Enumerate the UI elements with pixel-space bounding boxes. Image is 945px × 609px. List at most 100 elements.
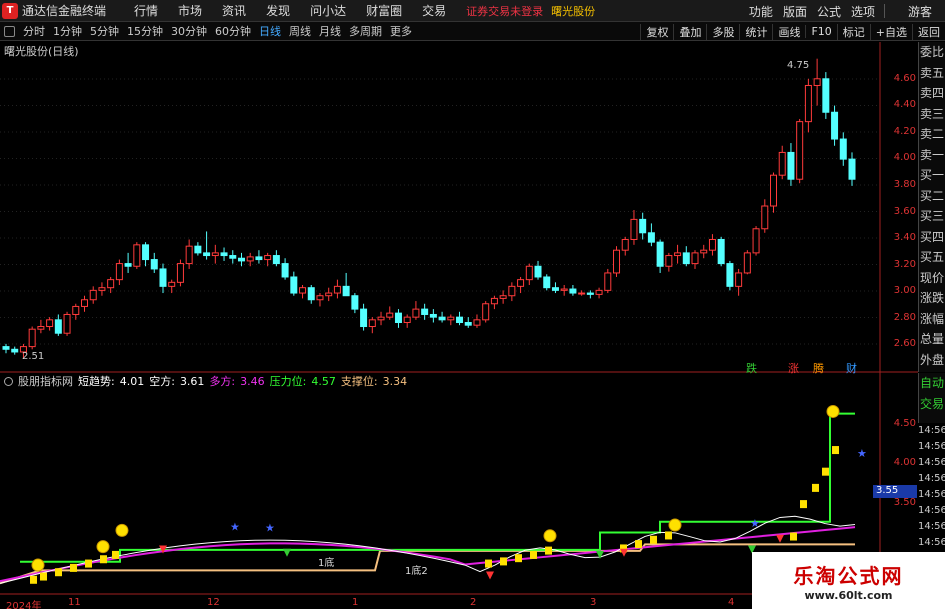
smiley-icon [96, 540, 110, 554]
candle [770, 174, 778, 207]
trend-block [485, 559, 492, 568]
trend-block [530, 550, 537, 559]
candle [185, 245, 193, 265]
trend-block [650, 535, 657, 544]
trend-block [500, 557, 507, 566]
candle [621, 238, 629, 251]
red-arrow-icon [486, 571, 494, 580]
trade-label[interactable]: 交易 [919, 394, 945, 415]
bear-value: 3.61 [179, 374, 205, 388]
quote-item[interactable]: 卖五 [919, 63, 945, 84]
candle [787, 151, 795, 180]
candle [28, 328, 36, 348]
candle [307, 287, 315, 301]
candle [115, 263, 123, 281]
quote-item[interactable]: 现价 [919, 268, 945, 289]
quote-item[interactable]: 委比 [919, 42, 945, 63]
candle [752, 228, 760, 254]
candle [743, 252, 751, 274]
x-axis-label: 11 [68, 597, 81, 608]
candle [639, 218, 647, 234]
quote-item[interactable]: 买一 [919, 165, 945, 186]
price-chart[interactable]: ★ ★ ★ ★ [0, 0, 945, 609]
time-tick: 14:56 [918, 521, 945, 532]
candle [37, 326, 45, 330]
candle [272, 255, 280, 265]
support-value: 3.34 [382, 374, 408, 388]
indicator-settings-icon[interactable] [4, 376, 13, 386]
quote-item[interactable]: 买四 [919, 227, 945, 248]
x-axis-label: 12 [207, 597, 220, 608]
candle [735, 272, 743, 287]
candle [403, 316, 411, 324]
x-axis-label: 2024年 [6, 601, 42, 609]
green-arrow-icon [283, 548, 291, 557]
candle [342, 285, 350, 297]
price-tick: 3.20 [893, 259, 916, 270]
candle [848, 158, 856, 180]
trend-block [665, 531, 672, 540]
quote-item[interactable]: 涨跌 [919, 288, 945, 309]
candle [438, 316, 446, 321]
candle [604, 272, 612, 291]
candle [412, 308, 420, 318]
candle [708, 238, 716, 251]
high-label: 4.75 [787, 60, 810, 71]
bull-value: 3.46 [240, 374, 265, 388]
candle [595, 289, 603, 295]
watermark-url: www.60lt.com [804, 588, 893, 602]
smiley-icon [115, 523, 129, 537]
candle [630, 218, 638, 240]
quote-item[interactable]: 买五 [919, 247, 945, 268]
candle [246, 256, 254, 262]
quote-item[interactable]: 买二 [919, 186, 945, 207]
smiley-icon [543, 529, 557, 543]
auto-trade-label[interactable]: 自动 [919, 373, 945, 394]
quote-item[interactable]: 卖一 [919, 145, 945, 166]
candle [290, 276, 298, 294]
candle [316, 295, 324, 301]
quote-item[interactable]: 卖二 [919, 124, 945, 145]
time-tick: 14:56 [918, 441, 945, 452]
short-trend-label: 短趋势: [78, 375, 115, 388]
candle [211, 252, 219, 257]
candle [499, 295, 507, 299]
candle [377, 316, 385, 321]
watermark-title: 乐淘公式网 [793, 563, 904, 588]
quote-item[interactable]: 卖三 [919, 104, 945, 125]
candle [456, 316, 464, 324]
candle [674, 252, 682, 257]
candle [613, 249, 621, 274]
indicator-name[interactable]: 股朋指标网 [18, 373, 73, 389]
candle [281, 263, 289, 278]
candle [333, 285, 341, 294]
candle [54, 319, 62, 334]
candle [464, 322, 472, 326]
app-window: T 通达信金融终端 行情 市场 资讯 发现 问小达 财富圈 交易 证券交易未登录… [0, 0, 945, 609]
quote-item[interactable]: 买三 [919, 206, 945, 227]
quote-item[interactable]: 外盘 [919, 350, 945, 371]
price-tick: 3.00 [893, 285, 916, 296]
red-arrow-icon [620, 548, 628, 557]
time-tick: 14:56 [918, 457, 945, 468]
candle [578, 292, 586, 295]
candle [421, 308, 429, 315]
event-marker-up[interactable]: 涨 [788, 360, 799, 376]
quote-item[interactable]: 卖四 [919, 83, 945, 104]
candle [368, 319, 376, 328]
candle [543, 276, 551, 289]
candle [46, 319, 54, 328]
trend-block [832, 446, 839, 455]
quote-item[interactable]: 总量 [919, 329, 945, 350]
event-marker-down[interactable]: 跌 [746, 360, 757, 376]
price-tick: 4.00 [893, 152, 916, 163]
price-tick: 3.40 [893, 232, 916, 243]
bull-label: 多方: [209, 375, 236, 388]
quote-item[interactable]: 涨幅 [919, 309, 945, 330]
candle [299, 287, 307, 294]
event-marker-finance[interactable]: 财 [846, 360, 857, 376]
candle [569, 288, 577, 294]
quote-sidebar-lower: 自动 交易 [918, 373, 945, 423]
trend-block [85, 559, 92, 568]
event-marker-tengxun[interactable]: 腾 [813, 360, 824, 376]
